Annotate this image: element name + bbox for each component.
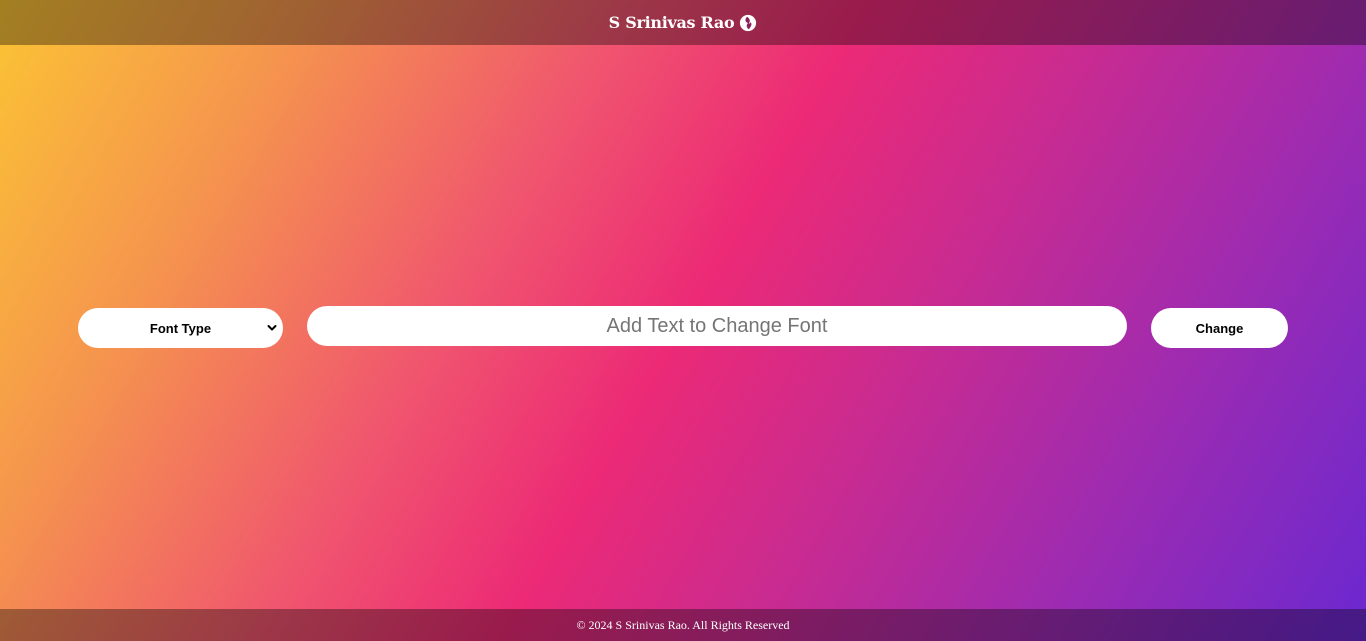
- font-type-select-label: Font Type: [149, 320, 212, 336]
- change-button[interactable]: Change: [1151, 308, 1288, 348]
- text-input[interactable]: [307, 306, 1127, 346]
- controls-area: Font Type Change: [0, 0, 1366, 641]
- font-type-select[interactable]: Font Type: [78, 308, 283, 348]
- footer-copyright: © 2024 S Srinivas Rao. All Rights Reserv…: [576, 617, 790, 632]
- footer: © 2024 S Srinivas Rao. All Rights Reserv…: [0, 609, 1366, 641]
- chevron-down-icon: [267, 325, 277, 331]
